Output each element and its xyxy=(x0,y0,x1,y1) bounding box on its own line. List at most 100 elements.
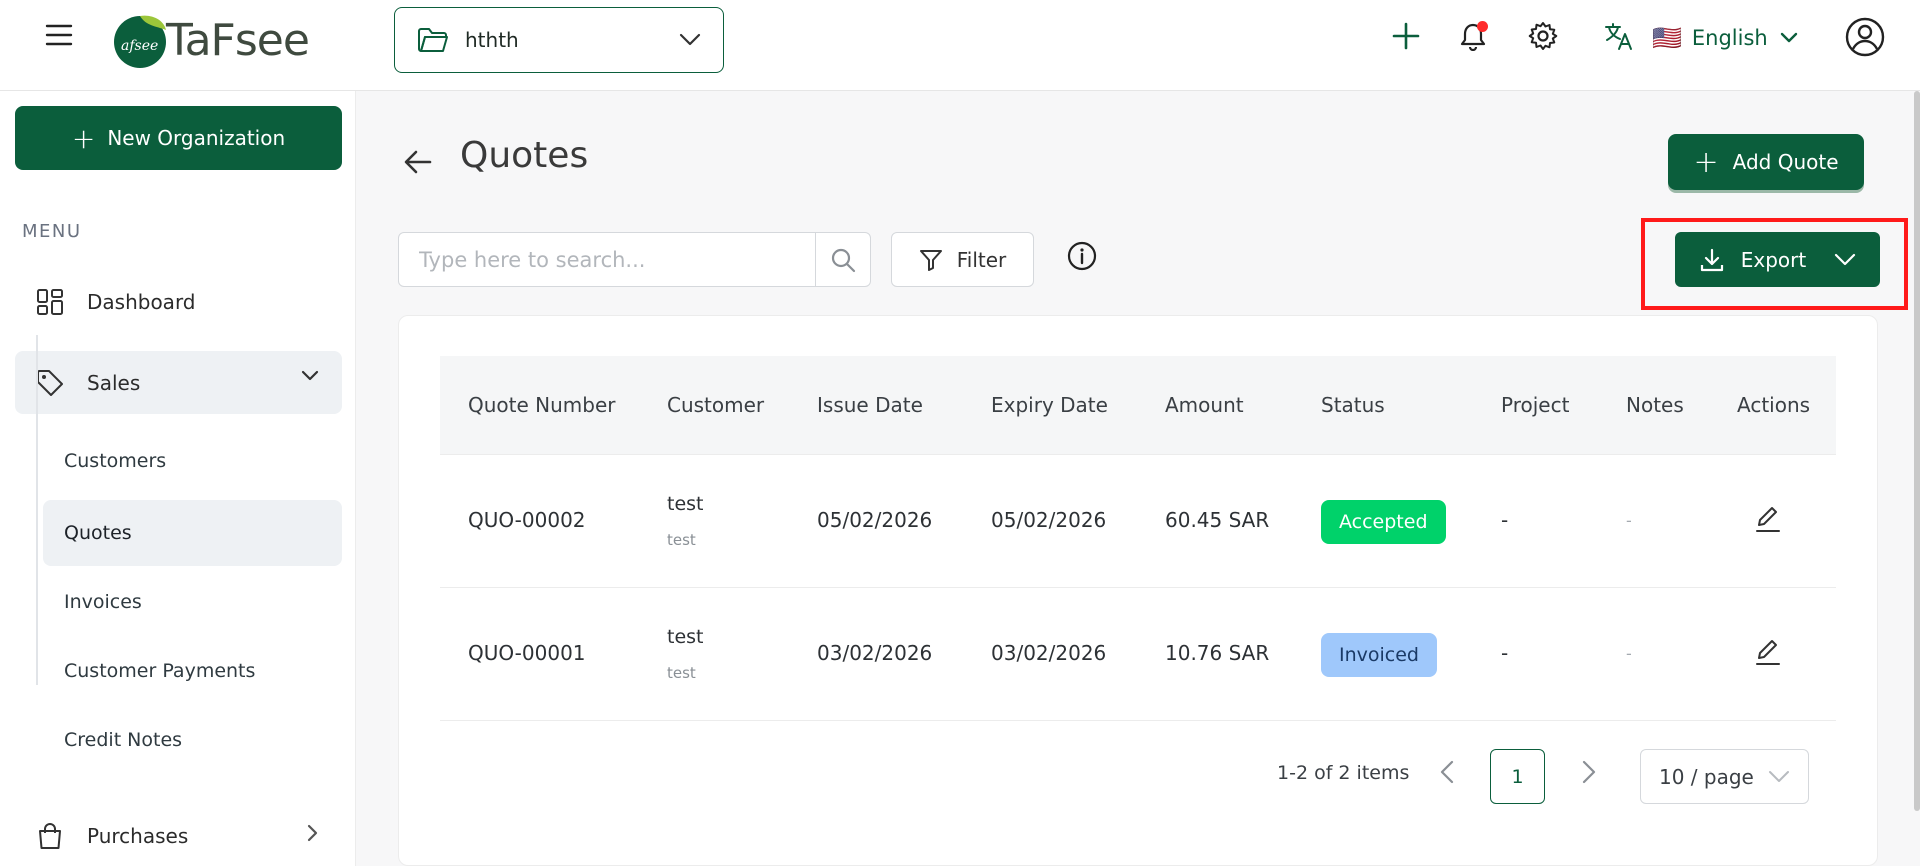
quote-number[interactable]: QUO-00001 xyxy=(468,641,586,665)
quote-number[interactable]: QUO-00002 xyxy=(468,508,586,532)
settings-gear-icon[interactable] xyxy=(1525,18,1561,54)
chevron-down-icon xyxy=(300,369,320,383)
amount: 60.45 SAR xyxy=(1165,508,1270,532)
shopping-bag-icon xyxy=(35,821,65,851)
pagination-summary: 1-2 of 2 items xyxy=(1277,762,1410,784)
pagination-next-chevron-right-icon[interactable] xyxy=(1576,756,1600,788)
project: - xyxy=(1501,508,1509,532)
organization-name: hthth xyxy=(465,28,519,52)
info-icon[interactable] xyxy=(1066,240,1098,272)
plus-icon: + xyxy=(1693,144,1719,180)
chevron-down-icon xyxy=(1768,770,1790,784)
export-label: Export xyxy=(1740,247,1807,272)
back-arrow-icon[interactable] xyxy=(400,144,436,180)
table-row[interactable]: QUO-00001 test test 03/02/2026 03/02/202… xyxy=(440,588,1836,721)
customer-subtext: test xyxy=(667,664,696,682)
new-organization-button[interactable]: + New Organization xyxy=(15,106,342,170)
header-expiry-date: Expiry Date xyxy=(991,393,1108,417)
customer-name: test xyxy=(667,626,704,648)
plus-icon: + xyxy=(71,121,96,155)
header-customer: Customer xyxy=(667,393,765,417)
add-quote-button[interactable]: + Add Quote xyxy=(1668,134,1864,190)
menu-section-label: MENU xyxy=(22,221,82,242)
search-icon xyxy=(830,247,856,273)
status-badge: Accepted xyxy=(1321,500,1446,544)
filter-button[interactable]: Filter xyxy=(891,232,1034,287)
search-input[interactable] xyxy=(399,233,815,286)
download-icon xyxy=(1699,247,1725,273)
edit-pencil-icon[interactable] xyxy=(1753,504,1783,534)
expiry-date: 03/02/2026 xyxy=(991,641,1107,665)
pagination-prev-chevron-left-icon[interactable] xyxy=(1436,756,1460,788)
us-flag-icon: 🇺🇸 xyxy=(1652,24,1682,52)
logo-mark-icon: afsee xyxy=(110,10,170,70)
sidebar-subitem-customer-payments[interactable]: Customer Payments xyxy=(43,638,342,704)
hamburger-menu-icon[interactable] xyxy=(44,20,74,50)
search-box xyxy=(398,232,871,287)
header-issue-date: Issue Date xyxy=(817,393,923,417)
top-bar: afsee TaFsee hthth 🇺🇸 English xyxy=(0,0,1920,91)
sidebar-subitem-customers[interactable]: Customers xyxy=(43,428,342,494)
header-status: Status xyxy=(1321,393,1385,417)
notes: - xyxy=(1626,511,1632,530)
filter-label: Filter xyxy=(956,247,1007,272)
customer-cell: test test xyxy=(667,626,704,682)
logo-text: TaFsee xyxy=(166,14,310,66)
quotes-table: Quote Number Customer Issue Date Expiry … xyxy=(440,356,1836,721)
sidebar-item-label: Dashboard xyxy=(87,290,196,314)
chevron-right-icon xyxy=(306,823,320,843)
language-select[interactable]: 🇺🇸 English xyxy=(1652,20,1798,56)
customer-subtext: test xyxy=(667,531,696,549)
header-amount: Amount xyxy=(1165,393,1244,417)
pagination-page-button[interactable]: 1 xyxy=(1490,749,1545,804)
edit-pencil-icon[interactable] xyxy=(1753,637,1783,667)
submenu-line xyxy=(36,335,38,685)
page-scrollbar[interactable] xyxy=(1914,91,1920,811)
page-size-label: 10 / page xyxy=(1659,764,1754,789)
sidebar-subitem-credit-notes[interactable]: Credit Notes xyxy=(43,707,342,773)
search-button[interactable] xyxy=(815,233,870,286)
chevron-down-icon xyxy=(1834,253,1856,267)
sidebar-item-purchases[interactable]: Purchases xyxy=(15,805,342,866)
sidebar-item-label: Purchases xyxy=(87,824,189,848)
translate-icon[interactable] xyxy=(1601,18,1637,54)
expiry-date: 05/02/2026 xyxy=(991,508,1107,532)
folder-icon xyxy=(417,26,449,54)
project: - xyxy=(1501,641,1509,665)
table-row[interactable]: QUO-00002 test test 05/02/2026 05/02/202… xyxy=(440,455,1836,588)
organization-select[interactable]: hthth xyxy=(394,7,724,73)
notes: - xyxy=(1626,644,1632,663)
issue-date: 05/02/2026 xyxy=(817,508,933,532)
notification-bell-icon[interactable] xyxy=(1455,18,1491,54)
sidebar-item-dashboard[interactable]: Dashboard xyxy=(15,271,342,333)
header-actions: Actions xyxy=(1737,393,1811,417)
export-button[interactable]: Export xyxy=(1675,232,1880,287)
logo-mark-text: afsee xyxy=(121,38,158,54)
quick-add-plus-icon[interactable] xyxy=(1388,18,1424,54)
dashboard-grid-icon xyxy=(35,287,65,317)
page-title: Quotes xyxy=(460,135,589,176)
language-label: English xyxy=(1691,26,1768,50)
add-quote-label: Add Quote xyxy=(1732,150,1839,174)
header-project: Project xyxy=(1501,393,1570,417)
table-header: Quote Number Customer Issue Date Expiry … xyxy=(440,356,1836,455)
sidebar-item-label: Sales xyxy=(87,370,141,395)
logo[interactable]: afsee TaFsee xyxy=(110,10,310,70)
chevron-down-icon xyxy=(1780,32,1798,44)
notification-dot xyxy=(1477,21,1488,32)
sidebar-subitem-invoices[interactable]: Invoices xyxy=(43,569,342,635)
user-avatar-icon[interactable] xyxy=(1845,17,1885,57)
chevron-down-icon xyxy=(679,33,701,47)
page-size-select[interactable]: 10 / page xyxy=(1640,749,1809,804)
customer-cell: test test xyxy=(667,493,704,549)
sidebar-subitem-quotes[interactable]: Quotes xyxy=(43,500,342,566)
sidebar: + New Organization MENU Dashboard Sales … xyxy=(0,91,356,866)
sidebar-item-sales[interactable]: Sales xyxy=(15,351,342,414)
header-notes: Notes xyxy=(1626,393,1684,417)
header-quote-number: Quote Number xyxy=(468,393,616,417)
filter-funnel-icon xyxy=(919,248,957,272)
issue-date: 03/02/2026 xyxy=(817,641,933,665)
amount: 10.76 SAR xyxy=(1165,641,1270,665)
new-organization-label: New Organization xyxy=(107,126,286,150)
tag-icon xyxy=(35,368,65,398)
